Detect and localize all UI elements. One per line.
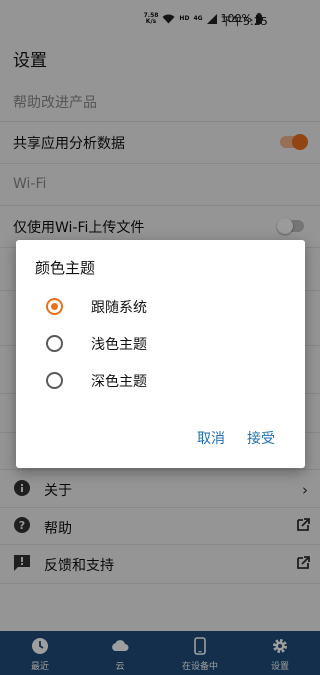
dialog-title: 颜色主题 — [35, 259, 96, 277]
theme-option-label: 深色主题 — [91, 374, 147, 390]
theme-option-dark[interactable]: 深色主题 — [16, 362, 305, 399]
cancel-button[interactable]: 取消 — [197, 428, 225, 448]
color-theme-dialog: 颜色主题 跟随系统 浅色主题 深色主题 取消 接受 — [16, 240, 305, 468]
theme-option-label: 浅色主题 — [91, 337, 147, 353]
accept-button[interactable]: 接受 — [247, 428, 275, 448]
theme-option-label: 跟随系统 — [91, 300, 147, 316]
theme-option-follow-system[interactable]: 跟随系统 — [16, 288, 305, 325]
radio-selected-icon[interactable] — [46, 298, 63, 315]
theme-option-light[interactable]: 浅色主题 — [16, 325, 305, 362]
radio-unselected-icon[interactable] — [46, 372, 63, 389]
radio-unselected-icon[interactable] — [46, 335, 63, 352]
